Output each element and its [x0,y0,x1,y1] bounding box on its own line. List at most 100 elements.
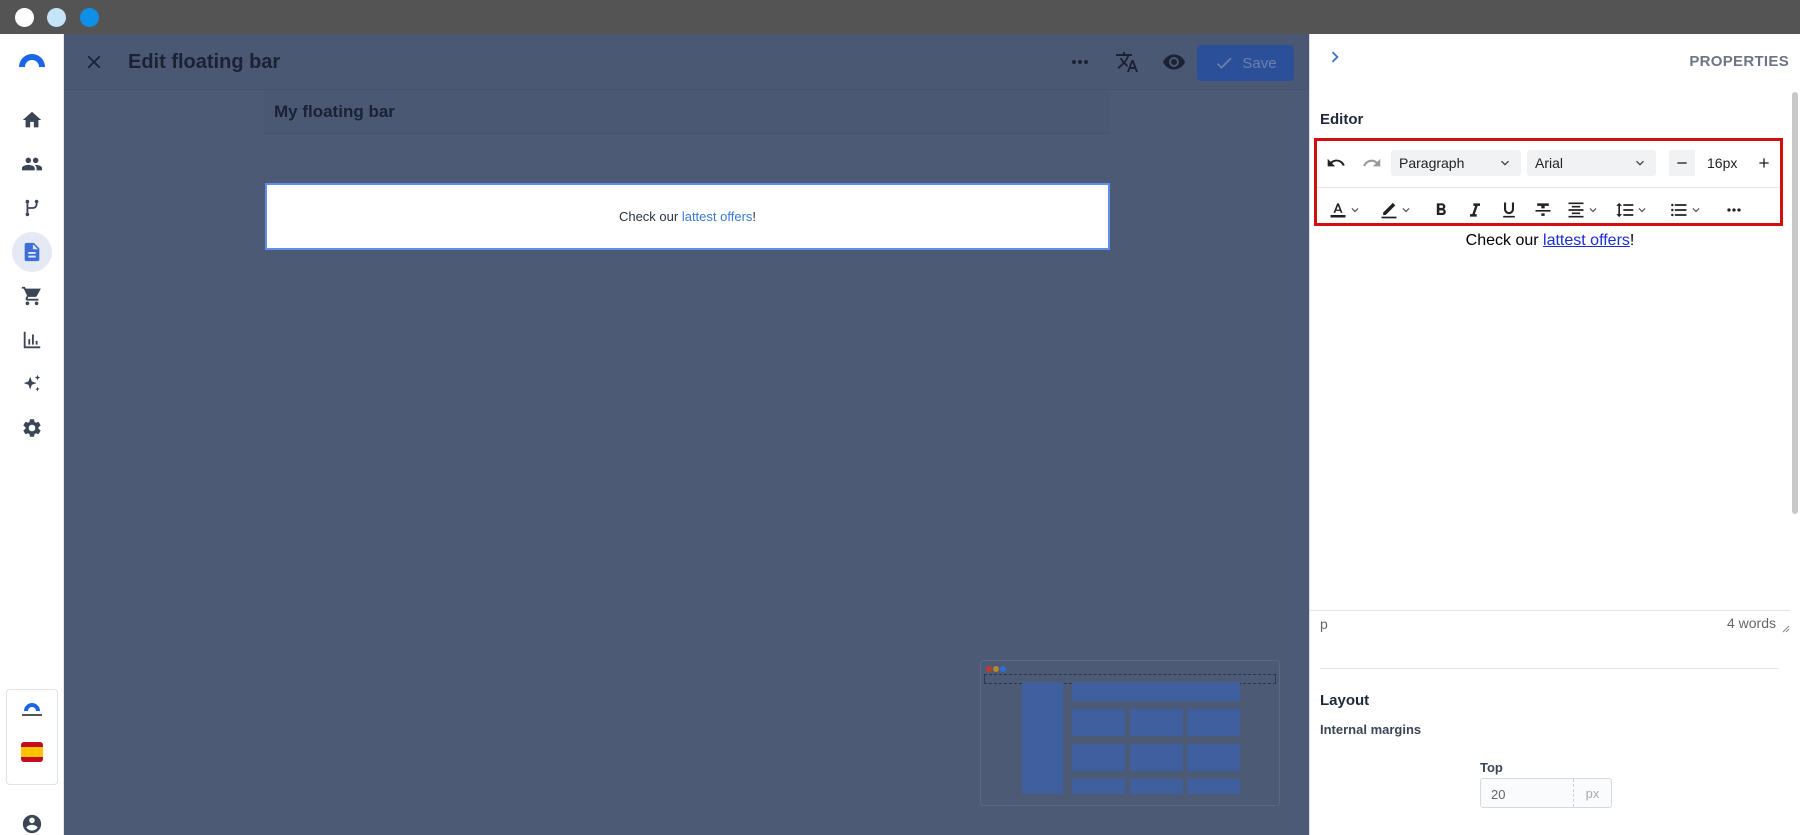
main-editor-area: Edit floating bar Save My floating bar C… [64,34,1309,835]
align-center-icon [1568,202,1584,218]
minimap-tile [1130,744,1183,771]
bold-icon [1436,203,1446,215]
top-margin-unit: px [1573,779,1611,807]
minimap-tile [1130,779,1183,794]
top-margin-label: Top [1480,760,1503,775]
chevron-down-icon [1638,208,1646,213]
minimap-tile [1072,779,1125,794]
line-height-button[interactable] [1611,195,1653,225]
element-path[interactable]: p [1320,616,1328,632]
minimize-window-dot[interactable] [47,8,66,27]
panel-title: PROPERTIES [1689,53,1789,70]
align-button[interactable] [1563,195,1603,225]
rich-text-content[interactable]: Check our lattest offers! [1310,232,1790,250]
maximize-window-dot[interactable] [80,8,99,27]
more-horizontal-icon [1727,208,1741,212]
bold-button[interactable] [1429,195,1453,225]
font-size-value[interactable]: 16px [1707,155,1737,171]
font-family-select[interactable]: Arial [1527,150,1656,176]
account-circle-icon [22,814,42,834]
minimap-tile [1187,744,1240,771]
minimap-dot-red [986,666,992,672]
font-family-value: Arial [1535,155,1564,171]
content-link[interactable]: lattest offers [1543,232,1630,249]
toolbar-divider [1317,187,1780,188]
minimap-sidebar-block [1022,682,1063,794]
rich-text-toolbar: Paragraph Arial 16px [1314,138,1783,226]
sidebar-item-shop[interactable] [12,276,52,316]
connectif-logo-icon [20,701,44,721]
block-format-select[interactable]: Paragraph [1391,150,1521,176]
save-button[interactable]: Save [1197,45,1294,81]
eye-icon [1163,54,1185,70]
highlighter-icon [1381,202,1397,219]
block-format-value: Paragraph [1399,155,1465,171]
floating-bar-name: My floating bar [274,102,395,121]
editor-section-label: Editor [1320,111,1364,128]
text-color-icon [1330,203,1346,218]
user-profile-button[interactable] [12,804,52,835]
text-color-button[interactable] [1325,195,1365,225]
line-height-icon [1616,202,1634,218]
undo-button[interactable] [1323,148,1349,178]
preview-link[interactable]: lattest offers [682,209,753,224]
top-margin-value: 20 [1491,787,1506,802]
position-minimap[interactable] [980,660,1280,806]
sidebar-item-contacts[interactable] [12,144,52,184]
decrease-font-size-button[interactable] [1669,150,1695,176]
save-button-label: Save [1242,54,1277,72]
underline-icon [1503,202,1515,218]
sidebar-item-home[interactable] [12,100,52,140]
translate-icon [1116,52,1138,72]
bar-chart-icon [23,331,41,349]
chevron-down-icon [1636,160,1644,166]
sidebar-item-analytics[interactable] [12,320,52,360]
sidebar-item-workflows[interactable] [12,188,52,228]
es-flag-icon[interactable] [21,742,43,762]
redo-icon [1363,158,1381,167]
os-title-bar [0,0,1800,34]
highlight-color-button[interactable] [1375,195,1417,225]
increase-font-size-button[interactable] [1751,150,1777,176]
sidebar-item-settings[interactable] [12,408,52,448]
sidebar-item-ai[interactable] [12,364,52,404]
more-tools-button[interactable] [1721,195,1747,225]
app-sidebar [0,34,64,835]
sidebar-item-content[interactable] [12,232,52,272]
minimap-tile [1072,744,1125,771]
chevron-down-icon [1501,160,1509,166]
panel-scrollbar[interactable] [1792,92,1798,514]
underline-button[interactable] [1497,195,1521,225]
preview-button[interactable] [1160,48,1188,76]
italic-button[interactable] [1463,195,1487,225]
chevron-down-icon [1692,208,1700,213]
editor-header: Edit floating bar Save [64,34,1309,90]
more-horizontal-icon [1072,60,1088,64]
gear-icon [23,419,41,437]
account-switcher[interactable] [6,689,58,785]
chevron-down-icon [1351,208,1359,213]
chevron-down-icon [1402,208,1410,213]
floating-bar-preview[interactable]: Check our lattest offers! [265,183,1110,250]
italic-icon [1470,203,1480,217]
check-icon [1217,57,1232,69]
brand-logo-icon[interactable] [17,51,47,67]
strikethrough-button[interactable] [1531,195,1555,225]
internal-margins-label: Internal margins [1320,722,1422,737]
close-window-dot[interactable] [15,8,34,27]
minimap-header-block [1072,682,1240,701]
properties-panel: PROPERTIES Editor Paragraph Arial 16px C… [1309,34,1800,835]
minimap-tile [1130,709,1183,736]
minimap-tile [1072,709,1125,736]
close-editor-button[interactable] [80,48,108,76]
more-options-button[interactable] [1066,48,1094,76]
document-icon [24,242,40,262]
translate-button[interactable] [1113,48,1141,76]
minus-icon [1677,162,1687,164]
bullet-list-button[interactable] [1663,195,1709,225]
collapse-panel-button[interactable] [1324,46,1346,68]
redo-button[interactable] [1359,148,1385,178]
top-margin-input[interactable]: 20 px [1480,778,1612,808]
resize-handle-icon[interactable] [1780,620,1790,633]
minimap-tile [1187,709,1240,736]
